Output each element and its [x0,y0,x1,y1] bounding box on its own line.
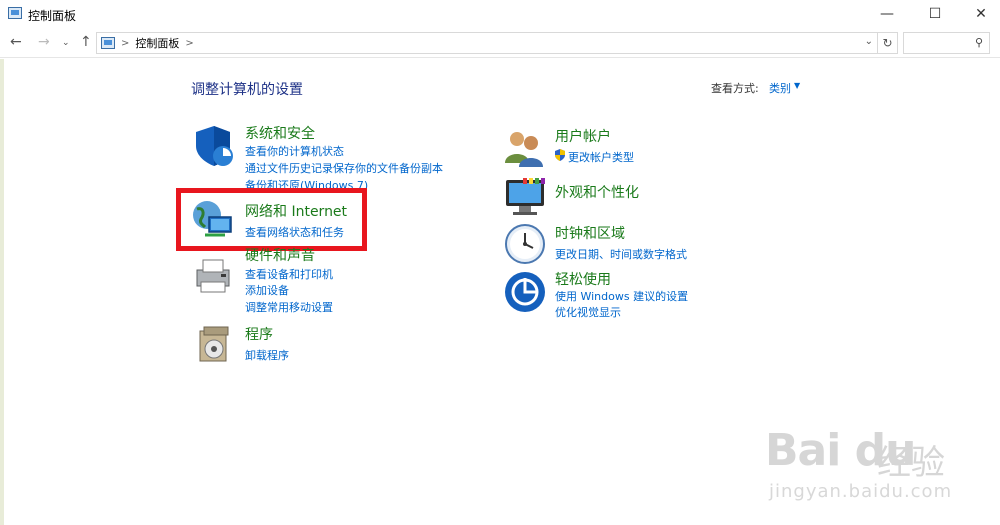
printer-icon[interactable] [191,254,235,298]
background-strip [0,59,4,525]
address-bar[interactable]: > 控制面板 > ⌄ [96,32,878,54]
control-panel-icon [101,37,115,49]
control-panel-icon [8,7,22,19]
refresh-button[interactable]: ↻ [878,32,898,54]
clock-icon[interactable] [503,222,547,266]
link-recommended-settings[interactable]: 使用 Windows 建议的设置 [555,288,688,304]
search-input[interactable]: ⚲ [903,32,990,54]
shield-icon[interactable] [192,124,236,168]
window-title: 控制面板 [28,9,77,23]
highlight-box [176,188,367,251]
uac-shield-icon [555,149,565,161]
breadcrumb-separator[interactable]: > [185,38,193,49]
link-view-computer-status[interactable]: 查看你的计算机状态 [245,143,344,159]
address-dropdown-icon[interactable]: ⌄ [865,36,873,47]
maximize-button[interactable]: ☐ [912,0,958,28]
programs-icon[interactable] [194,323,238,367]
link-optimize-visual-display[interactable]: 优化视觉显示 [555,304,621,320]
ease-of-access-icon[interactable] [503,270,547,314]
link-devices-printers[interactable]: 查看设备和打印机 [245,266,333,282]
category-system-security[interactable]: 系统和安全 [245,123,315,143]
category-ease-of-access[interactable]: 轻松使用 [555,269,611,289]
recent-locations-button[interactable]: ⌄ [62,38,70,48]
link-change-date-time-format[interactable]: 更改日期、时间或数字格式 [555,246,687,262]
category-programs[interactable]: 程序 [245,324,273,344]
link-change-account-type[interactable]: 更改帐户类型 [568,149,634,165]
breadcrumb-control-panel[interactable]: 控制面板 [135,35,179,51]
view-by-dropdown[interactable]: 类别 [769,80,791,96]
user-accounts-icon[interactable] [503,127,547,171]
title-bar: 控制面板 — ☐ ✕ [0,0,1000,28]
search-icon[interactable]: ⚲ [975,36,983,49]
breadcrumb-separator[interactable]: > [121,38,129,49]
watermark-text: 经验 [877,443,945,483]
page-title: 调整计算机的设置 [191,82,303,98]
chevron-down-icon[interactable]: ▼ [794,81,800,90]
category-hardware-sound[interactable]: 硬件和声音 [245,245,315,265]
forward-button[interactable]: → [38,34,50,50]
link-mobility-settings[interactable]: 调整常用移动设置 [245,299,333,315]
minimize-button[interactable]: — [864,0,910,28]
category-clock-region[interactable]: 时钟和区域 [555,223,625,243]
appearance-monitor-icon[interactable] [503,174,547,218]
back-button[interactable]: ← [10,34,22,50]
watermark-url: jingyan.baidu.com [769,481,953,502]
category-user-accounts[interactable]: 用户帐户 [555,126,611,146]
link-add-device[interactable]: 添加设备 [245,282,289,298]
navigation-bar: ← → ⌄ ↑ > 控制面板 > ⌄ ↻ ⚲ [0,28,1000,58]
link-uninstall-program[interactable]: 卸载程序 [245,347,289,363]
baidu-watermark: Bai du 经验 jingyan.baidu.com [765,415,990,515]
close-button[interactable]: ✕ [958,0,1000,28]
link-file-history[interactable]: 通过文件历史记录保存你的文件备份副本 [245,160,443,176]
up-button[interactable]: ↑ [80,34,92,50]
category-appearance-personalization[interactable]: 外观和个性化 [555,182,639,202]
view-by-label: 查看方式: [711,82,759,95]
